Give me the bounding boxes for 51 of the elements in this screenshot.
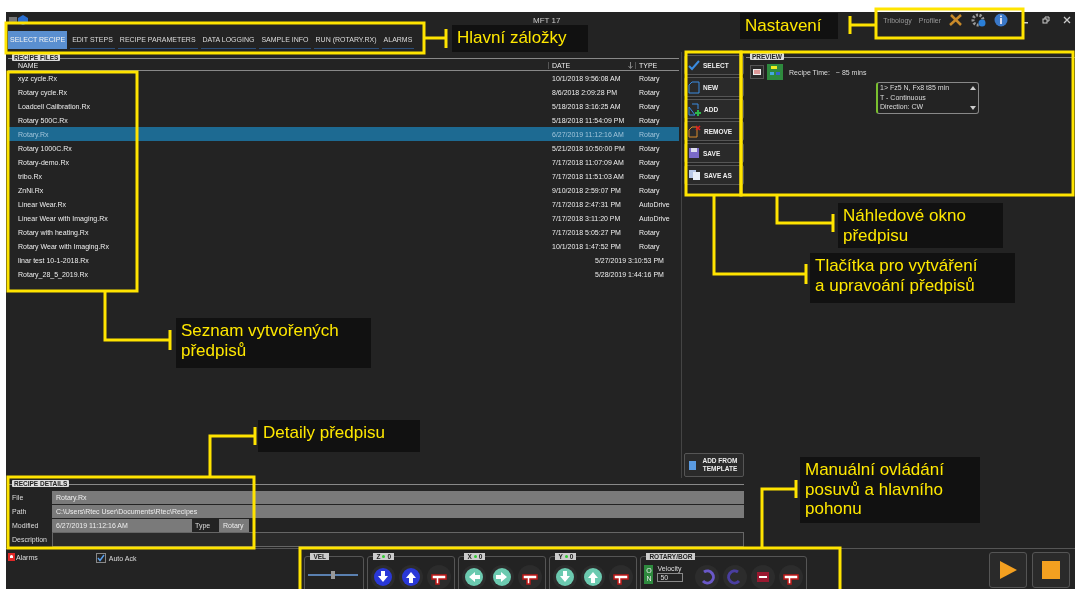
down-arrow-icon[interactable] xyxy=(371,565,396,589)
stop-sign-icon[interactable] xyxy=(779,565,804,589)
window-title: MFT 17 xyxy=(533,15,561,25)
up-arrow-icon[interactable] xyxy=(581,565,606,589)
close-icon[interactable] xyxy=(1063,16,1071,24)
callout-label: Manuální ovládání posuvů a hlavního pohonu xyxy=(800,457,980,523)
right-arrow-icon[interactable] xyxy=(490,565,515,589)
stop-sign-icon[interactable] xyxy=(518,565,543,589)
left-arrow-icon[interactable] xyxy=(462,565,487,589)
flowchart-icon[interactable] xyxy=(767,64,783,80)
checkbox[interactable] xyxy=(95,553,106,563)
bell-icon xyxy=(8,553,15,561)
info-icon[interactable] xyxy=(994,13,1008,27)
stop-sign-icon[interactable] xyxy=(609,565,634,589)
description-field[interactable] xyxy=(52,532,744,547)
tools-icon[interactable] xyxy=(948,13,964,27)
add-document-icon xyxy=(688,102,701,116)
checkmark-icon xyxy=(688,59,700,71)
list-icon[interactable] xyxy=(750,65,764,79)
callout-label: Seznam vytvořených předpisů xyxy=(176,318,371,368)
slider-thumb[interactable] xyxy=(331,571,336,579)
stop-button[interactable] xyxy=(1032,552,1070,588)
leader-line xyxy=(848,14,878,36)
remove-document-icon xyxy=(688,124,701,138)
scroll-down-icon[interactable] xyxy=(970,106,976,110)
gear-icon[interactable] xyxy=(971,13,987,27)
callout-label: Nastavení xyxy=(740,13,838,39)
copy-documents-icon xyxy=(688,169,701,181)
down-arrow-icon[interactable] xyxy=(553,565,578,589)
status-dot-icon xyxy=(382,555,386,558)
up-arrow-icon[interactable] xyxy=(399,565,424,589)
rotate-left-icon[interactable] xyxy=(695,565,720,589)
callout-label: Tlačítka pro vytváření a upravoání předpisů xyxy=(810,253,1015,303)
document-icon xyxy=(688,80,700,94)
minus-icon[interactable] xyxy=(751,565,776,589)
callout-label: Hlavní záložky xyxy=(452,25,588,52)
stop-sign-icon[interactable] xyxy=(427,565,452,589)
document-icon xyxy=(688,459,697,471)
status-dot-icon xyxy=(564,555,568,558)
scroll-up-icon[interactable] xyxy=(970,86,976,90)
leader-line xyxy=(760,478,798,550)
play-icon xyxy=(998,560,1018,580)
leader-line xyxy=(422,27,448,50)
callout-label: Náhledové okno předpisu xyxy=(838,203,1003,249)
leader-line xyxy=(103,289,172,352)
status-dot-icon xyxy=(473,555,477,558)
leader-line xyxy=(208,425,257,479)
restore-icon[interactable] xyxy=(1042,16,1050,24)
stop-icon xyxy=(1042,561,1060,579)
play-button[interactable] xyxy=(989,552,1027,588)
callout-label: Detaily předpisu xyxy=(258,420,420,452)
